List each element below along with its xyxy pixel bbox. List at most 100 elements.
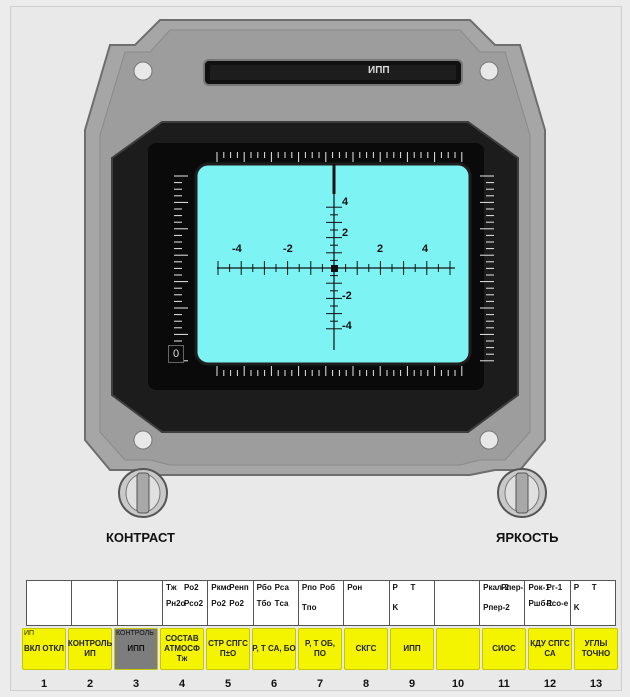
y-tick-label: 2 <box>342 227 349 239</box>
button-number: 7 <box>316 678 324 690</box>
strip-label: Tж <box>165 583 177 592</box>
mode-button-10[interactable] <box>436 628 480 670</box>
button-number: 12 <box>543 678 557 690</box>
y-tick-label: -2 <box>342 290 352 302</box>
strip-cell <box>27 581 73 625</box>
mode-button-4[interactable]: СОСТАВ АТМОСФ Тж <box>160 628 204 670</box>
strip-cell <box>435 581 481 625</box>
strip-cell: Pкал-2 Pпер-1 Pпер-2 <box>480 581 526 625</box>
button-label: СИОС <box>492 644 516 653</box>
strip-cell: Pон <box>344 581 390 625</box>
button-label: КОНТРОЛЬ ИП <box>67 639 113 658</box>
mode-button-row: ИП ВКЛ ОТКЛ КОНТРОЛЬ ИП КОНТРОЛЬ ИПП СОСТАВ А… <box>22 628 620 670</box>
display-title: ИПП <box>368 65 390 76</box>
strip-label: Pco2 <box>183 599 204 608</box>
mode-button-11[interactable]: СИОС <box>482 628 526 670</box>
strip-label: P <box>392 583 398 592</box>
button-number: 10 <box>451 678 465 690</box>
strip-label: Po2 <box>211 599 226 608</box>
y-tick-label: 4 <box>342 196 349 208</box>
button-number: 2 <box>86 678 94 690</box>
button-number: 1 <box>40 678 48 690</box>
brightness-knob[interactable] <box>497 468 547 518</box>
button-label: СКГС <box>355 644 377 653</box>
mode-button-8[interactable]: СКГС <box>344 628 388 670</box>
x-tick-label: 4 <box>422 243 429 255</box>
button-label: ИПП <box>127 644 145 653</box>
screw-icon <box>133 61 153 81</box>
contrast-label: КОНТРАСТ <box>106 530 175 545</box>
button-label: ВКЛ ОТКЛ <box>23 644 65 653</box>
strip-cell: P T K <box>571 581 615 625</box>
strip-cell: P T K <box>390 581 435 625</box>
center-marker <box>331 265 338 272</box>
strip-cell: Tж Po2 Pн2o Pco2 <box>163 581 209 625</box>
brightness-label: ЯРКОСТЬ <box>496 530 559 545</box>
button-top-label: ИП <box>24 630 35 637</box>
scale-value: 0 <box>168 345 184 363</box>
button-number: 8 <box>362 678 370 690</box>
strip-label: Pенп <box>229 583 249 592</box>
screw-icon <box>133 430 153 450</box>
strip-cell <box>118 581 163 625</box>
strip-label: T <box>410 583 416 592</box>
button-number: 11 <box>498 678 510 690</box>
button-label: ИПП <box>403 644 421 653</box>
button-label: Р, Т СА, БО <box>252 644 296 653</box>
strip-label: Pпер-1 <box>501 583 526 592</box>
strip-label: Po2 <box>229 599 244 608</box>
strip-label: Pг-1 <box>546 583 563 592</box>
mode-button-7[interactable]: Р, Т ОБ, ПО <box>298 628 342 670</box>
strip-label: Tса <box>274 599 289 608</box>
x-tick-label: 2 <box>377 243 384 255</box>
strip-label: Pон <box>347 583 363 592</box>
strip-label: K <box>392 603 399 612</box>
strip-label: Pсо-е <box>546 599 569 608</box>
button-label: КДУ СПГС СА <box>530 639 570 658</box>
mode-button-1[interactable]: ИП ВКЛ ОТКЛ <box>22 628 66 670</box>
button-number: 5 <box>224 678 232 690</box>
strip-label: Pпо <box>301 583 317 592</box>
button-numbers: 1 2 3 4 5 6 7 8 9 10 11 12 13 <box>22 678 620 692</box>
button-label: УГЛЫ ТОЧНО <box>581 639 611 658</box>
strip-label: Pпер-2 <box>483 603 510 612</box>
button-number: 6 <box>270 678 278 690</box>
strip-label: Pбо <box>256 583 272 592</box>
y-tick-label: -4 <box>342 320 352 332</box>
mode-button-9[interactable]: ИПП <box>390 628 434 670</box>
strip-label: Tбо <box>256 599 272 608</box>
mode-button-3[interactable]: КОНТРОЛЬ ИПП <box>114 628 158 670</box>
strip-label: Pса <box>274 583 289 592</box>
button-number: 4 <box>178 678 186 690</box>
contrast-knob[interactable] <box>118 468 168 518</box>
mode-button-13[interactable]: УГЛЫ ТОЧНО <box>574 628 618 670</box>
strip-cell: Pпо Pоб Tпо <box>299 581 345 625</box>
button-top-label: КОНТРОЛЬ <box>116 630 154 637</box>
button-label: СТР СПГС П±О <box>208 639 248 658</box>
button-number: 9 <box>408 678 416 690</box>
strip-cell: Pбо Pса Tбо Tса <box>254 581 299 625</box>
x-tick-label: -2 <box>283 243 293 255</box>
button-number: 3 <box>132 678 140 690</box>
strip-label: Tпо <box>301 603 317 612</box>
strip-cell <box>72 581 118 625</box>
screw-icon <box>479 430 499 450</box>
strip-label: T <box>591 583 597 592</box>
screw-icon <box>479 61 499 81</box>
x-tick-label: -4 <box>232 243 242 255</box>
strip-label: Pн2o <box>165 599 186 608</box>
strip-cell: Pок-1 Pг-1 Pшб-1 Pсо-е <box>525 581 571 625</box>
button-label: СОСТАВ АТМОСФ Тж <box>164 634 200 663</box>
indicator-strip: Tж Po2 Pн2o Pco2 Pкмо Pенп Po2 Po2 Pбо Pса Tбо Tса P… <box>26 580 616 626</box>
button-label: Р, Т ОБ, ПО <box>305 639 335 658</box>
mode-button-6[interactable]: Р, Т СА, БО <box>252 628 296 670</box>
button-number: 13 <box>589 678 603 690</box>
strip-label: P <box>573 583 580 592</box>
mode-button-2[interactable]: КОНТРОЛЬ ИП <box>68 628 112 670</box>
mode-button-12[interactable]: КДУ СПГС СА <box>528 628 572 670</box>
strip-cell: Pкмо Pенп Po2 Po2 <box>208 581 254 625</box>
mode-button-5[interactable]: СТР СПГС П±О <box>206 628 250 670</box>
strip-label: Po2 <box>183 583 199 592</box>
strip-label: K <box>573 603 580 612</box>
strip-label: Pоб <box>319 583 336 592</box>
